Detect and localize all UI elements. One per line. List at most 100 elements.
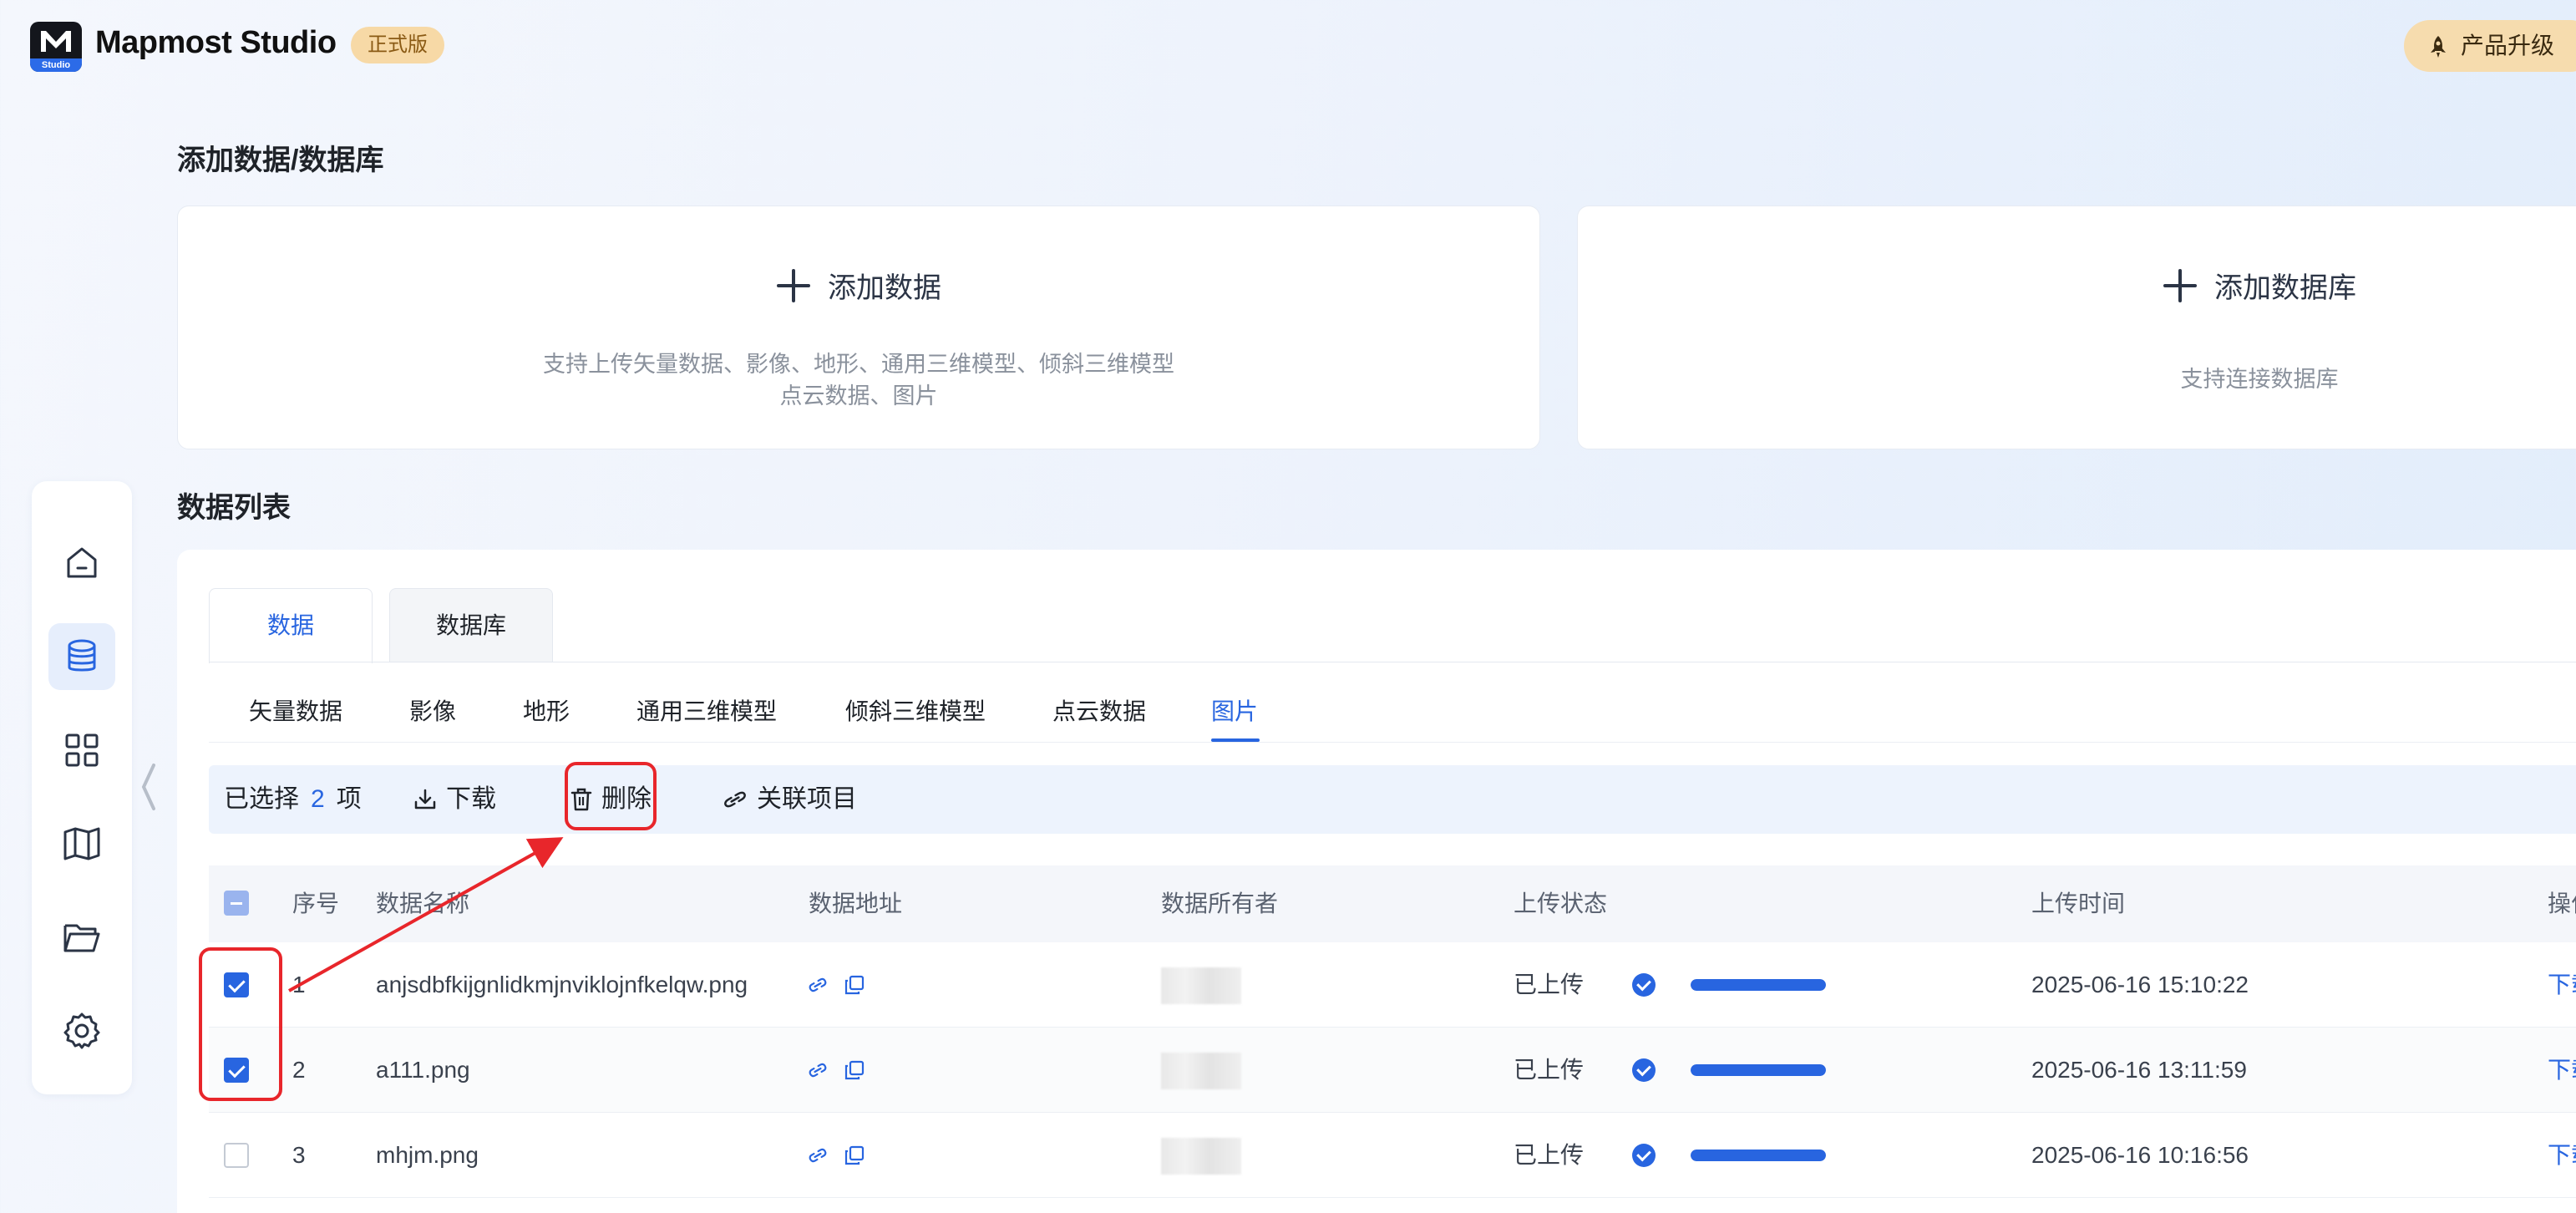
row-checkbox[interactable] [224,1143,249,1168]
row-name: mhjm.png [376,1142,479,1168]
copy-icon[interactable] [844,1059,865,1081]
row-checkbox[interactable] [224,1058,249,1083]
link-icon [724,791,746,808]
row-time: 2025-06-16 10:16:56 [2031,1142,2249,1168]
tab-data[interactable]: 数据 [209,588,373,663]
subtab-imagery[interactable]: 影像 [409,693,456,727]
add-database-label: 添加数据库 [2214,272,2356,304]
chevron-left-icon[interactable] [139,762,159,812]
col-address: 数据地址 [809,891,903,916]
row-status: 已上传 [1514,1057,1585,1083]
add-data-label: 添加数据 [828,272,941,304]
link-project-button[interactable]: 关联项目 [722,765,857,834]
col-actions: 操作 [2548,891,2576,916]
sidebar-item-home[interactable] [48,530,115,596]
delete-label: 删除 [601,785,652,813]
selected-count: 2 [311,785,325,813]
add-data-desc-line1: 支持上传矢量数据、影像、地形、通用三维模型、倾斜三维模型 [543,352,1174,377]
rocket-icon [2431,36,2446,58]
home-icon [67,547,97,578]
subtab-terrain[interactable]: 地形 [523,693,570,727]
trash-icon [570,788,592,811]
row-checkbox[interactable] [224,972,249,997]
add-data-card[interactable]: 添加数据 支持上传矢量数据、影像、地形、通用三维模型、倾斜三维模型 点云数据、图… [177,206,1540,449]
col-name: 数据名称 [376,891,470,916]
plus-icon [777,268,810,302]
subtab-point-cloud[interactable]: 点云数据 [1052,693,1146,727]
sidebar-item-apps[interactable] [48,717,115,784]
row-time: 2025-06-16 13:11:59 [2031,1057,2247,1083]
add-section-title: 添加数据/数据库 [177,145,384,176]
col-owner: 数据所有者 [1161,891,1279,916]
selection-action-bar: 已选择 2 项 下载 删除 关联项目 [209,765,2576,834]
row-index: 3 [292,1142,306,1168]
select-all-checkbox[interactable] [224,891,249,916]
row-index: 1 [292,972,306,997]
sidebar-item-map[interactable] [48,810,115,877]
table-row[interactable]: 1 anjsdbfkijgnlidkmjnviklojnfkelqw.png 已… [209,942,2576,1028]
row-status: 已上传 [1514,972,1585,997]
download-button[interactable]: 下载 [413,765,496,834]
sidebar-item-settings[interactable] [48,997,115,1064]
row-name: anjsdbfkijgnlidkmjnviklojnfkelqw.png [376,972,748,997]
data-list-panel: 数据 数据库 矢量数据 影像 地形 通用三维模型 倾斜三维模型 点云数据 图片 … [177,550,2576,1213]
list-section-title: 数据列表 [177,492,291,524]
add-database-desc: 支持连接数据库 [2180,367,2339,392]
sidebar [32,481,132,1094]
upload-progress [1691,1150,1826,1161]
owner-redacted [1161,1138,1241,1175]
row-download-link[interactable]: 下载 [2548,942,2576,1028]
link-project-label: 关联项目 [757,785,857,813]
upgrade-label: 产品升级 [2461,33,2555,58]
link-icon[interactable] [807,1144,829,1166]
upgrade-button[interactable]: 产品升级 [2404,20,2576,72]
logo-m-icon [41,31,71,52]
subtab-images[interactable]: 图片 [1211,693,1258,727]
check-circle-icon [1632,1144,1656,1167]
row-download-link[interactable]: 下载 [2548,1028,2576,1113]
delete-button[interactable]: 删除 [570,765,652,834]
subtab-vector[interactable]: 矢量数据 [249,693,342,727]
edition-badge: 正式版 [351,27,444,63]
row-index: 2 [292,1057,306,1083]
sidebar-item-projects[interactable] [48,904,115,971]
gear-icon [63,1013,100,1049]
check-circle-icon [1632,973,1656,997]
grid-icon [65,733,99,767]
row-name: a111.png [376,1057,470,1083]
download-label: 下载 [446,785,496,813]
subtab-oblique-model[interactable]: 倾斜三维模型 [845,693,986,727]
map-icon [63,827,100,860]
download-icon [414,789,436,810]
app-logo[interactable]: Studio [30,22,82,72]
copy-icon[interactable] [844,1144,865,1166]
link-icon[interactable] [807,1059,829,1081]
copy-icon[interactable] [844,974,865,996]
selection-count: 已选择 2 项 [224,765,362,834]
col-index: 序号 [292,891,340,916]
subtab-3d-model[interactable]: 通用三维模型 [636,693,777,727]
database-icon [68,639,96,672]
brand-name: Mapmost Studio [95,25,337,60]
owner-redacted [1161,1053,1241,1089]
add-data-desc-line2: 点云数据、图片 [779,383,938,409]
logo-studio-label: Studio [30,58,82,72]
col-status: 上传状态 [1514,891,1608,916]
col-time: 上传时间 [2031,891,2126,916]
selected-prefix: 已选择 [224,785,299,813]
selected-suffix: 项 [336,785,362,813]
table-row[interactable]: 2 a111.png 已上传 2025-06-16 13:11:59 下载 [209,1028,2576,1113]
upload-progress [1691,979,1826,991]
link-icon[interactable] [807,974,829,996]
subtab-divider [209,742,2576,743]
row-status: 已上传 [1514,1142,1585,1168]
tab-database[interactable]: 数据库 [389,588,553,662]
table-header: 序号 数据名称 数据地址 数据所有者 上传状态 上传时间 操作 [209,865,2576,942]
upload-progress [1691,1064,1826,1076]
sidebar-item-data[interactable] [48,623,115,690]
table-row[interactable]: 3 mhjm.png 已上传 2025-06-16 10:16:56 下载 [209,1113,2576,1198]
add-database-card[interactable]: 添加数据库 支持连接数据库 [1577,206,2576,449]
check-circle-icon [1632,1058,1656,1082]
row-download-link[interactable]: 下载 [2548,1113,2576,1198]
plus-icon [2163,268,2197,302]
